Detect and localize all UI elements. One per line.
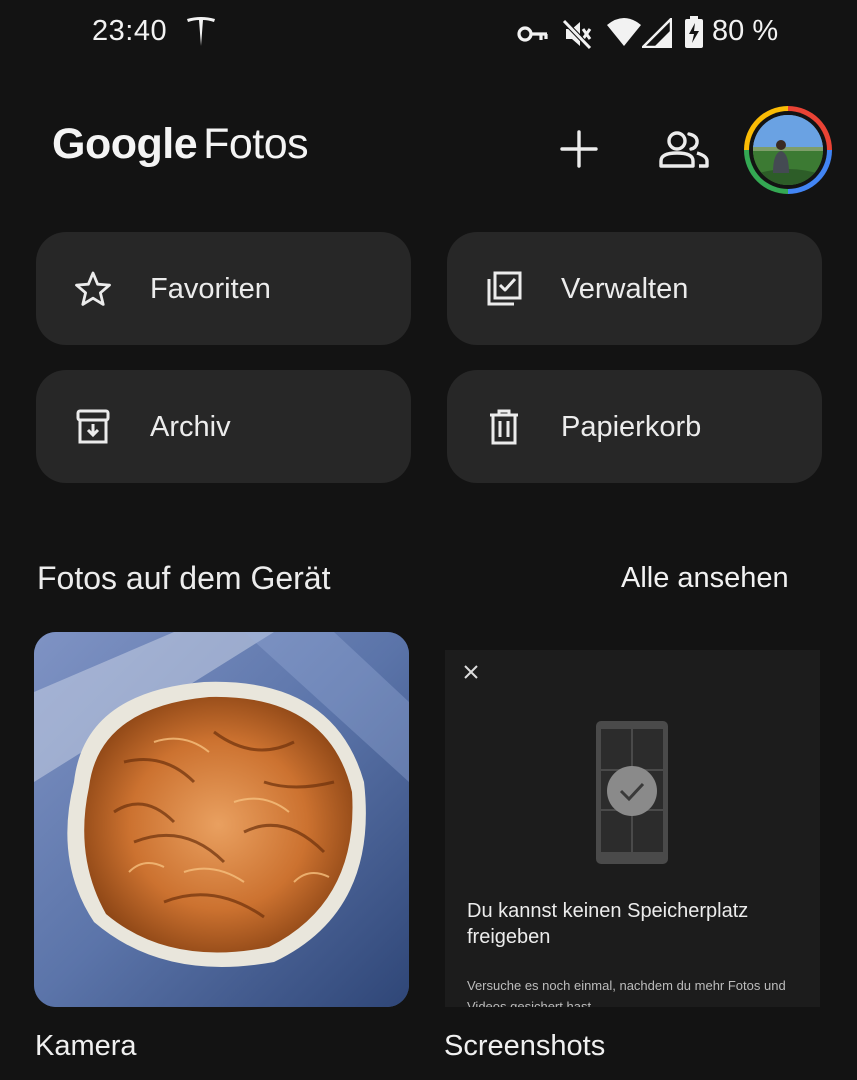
- favorites-button[interactable]: Favoriten: [36, 232, 411, 345]
- signal-icon: [642, 18, 672, 48]
- phone-illustration: [596, 721, 668, 864]
- tesla-icon: [187, 17, 215, 46]
- status-time: 23:40: [92, 15, 168, 47]
- manage-label: Verwalten: [561, 273, 689, 305]
- battery-percent: 80 %: [712, 15, 779, 47]
- logo-fotos-text: Fotos: [203, 120, 309, 168]
- archive-label: Archiv: [150, 411, 231, 443]
- battery-charging-icon: [685, 16, 703, 48]
- camera-album-label[interactable]: Kamera: [35, 1030, 137, 1063]
- manage-icon: [487, 271, 522, 306]
- archive-icon: [76, 409, 110, 444]
- trash-button[interactable]: Papierkorb: [447, 370, 822, 483]
- plus-icon[interactable]: [560, 130, 598, 168]
- see-all-link[interactable]: Alle ansehen: [621, 562, 789, 595]
- card-title: Du kannst keinen Speicherplatz freigeben: [467, 900, 749, 948]
- card-text: Versuche es noch einmal, nachdem du mehr…: [467, 978, 786, 1007]
- wifi-icon: [607, 18, 641, 46]
- people-icon[interactable]: [657, 130, 711, 170]
- manage-button[interactable]: Verwalten: [447, 232, 822, 345]
- trash-icon: [490, 409, 518, 445]
- camera-album-thumbnail[interactable]: [34, 632, 409, 1007]
- app-logo: Google Fotos: [52, 120, 309, 169]
- star-icon: [75, 271, 111, 306]
- section-title: Fotos auf dem Gerät: [37, 560, 331, 596]
- mute-icon: [562, 19, 592, 50]
- avatar-photo: [753, 115, 823, 185]
- screenshots-album-label[interactable]: Screenshots: [444, 1030, 605, 1063]
- free-up-space-card[interactable]: Du kannst keinen Speicherplatz freigeben…: [445, 650, 820, 1007]
- logo-google-text: Google: [52, 120, 198, 168]
- archive-button[interactable]: Archiv: [36, 370, 411, 483]
- status-bar: 23:40 80 %: [0, 0, 857, 70]
- vpn-key-icon: [517, 26, 548, 42]
- close-icon[interactable]: [461, 662, 481, 682]
- profile-avatar[interactable]: [744, 106, 832, 194]
- avatar: [753, 115, 823, 185]
- favorites-label: Favoriten: [150, 273, 271, 305]
- camera-album-photo: [34, 632, 409, 1007]
- trash-label: Papierkorb: [561, 411, 702, 443]
